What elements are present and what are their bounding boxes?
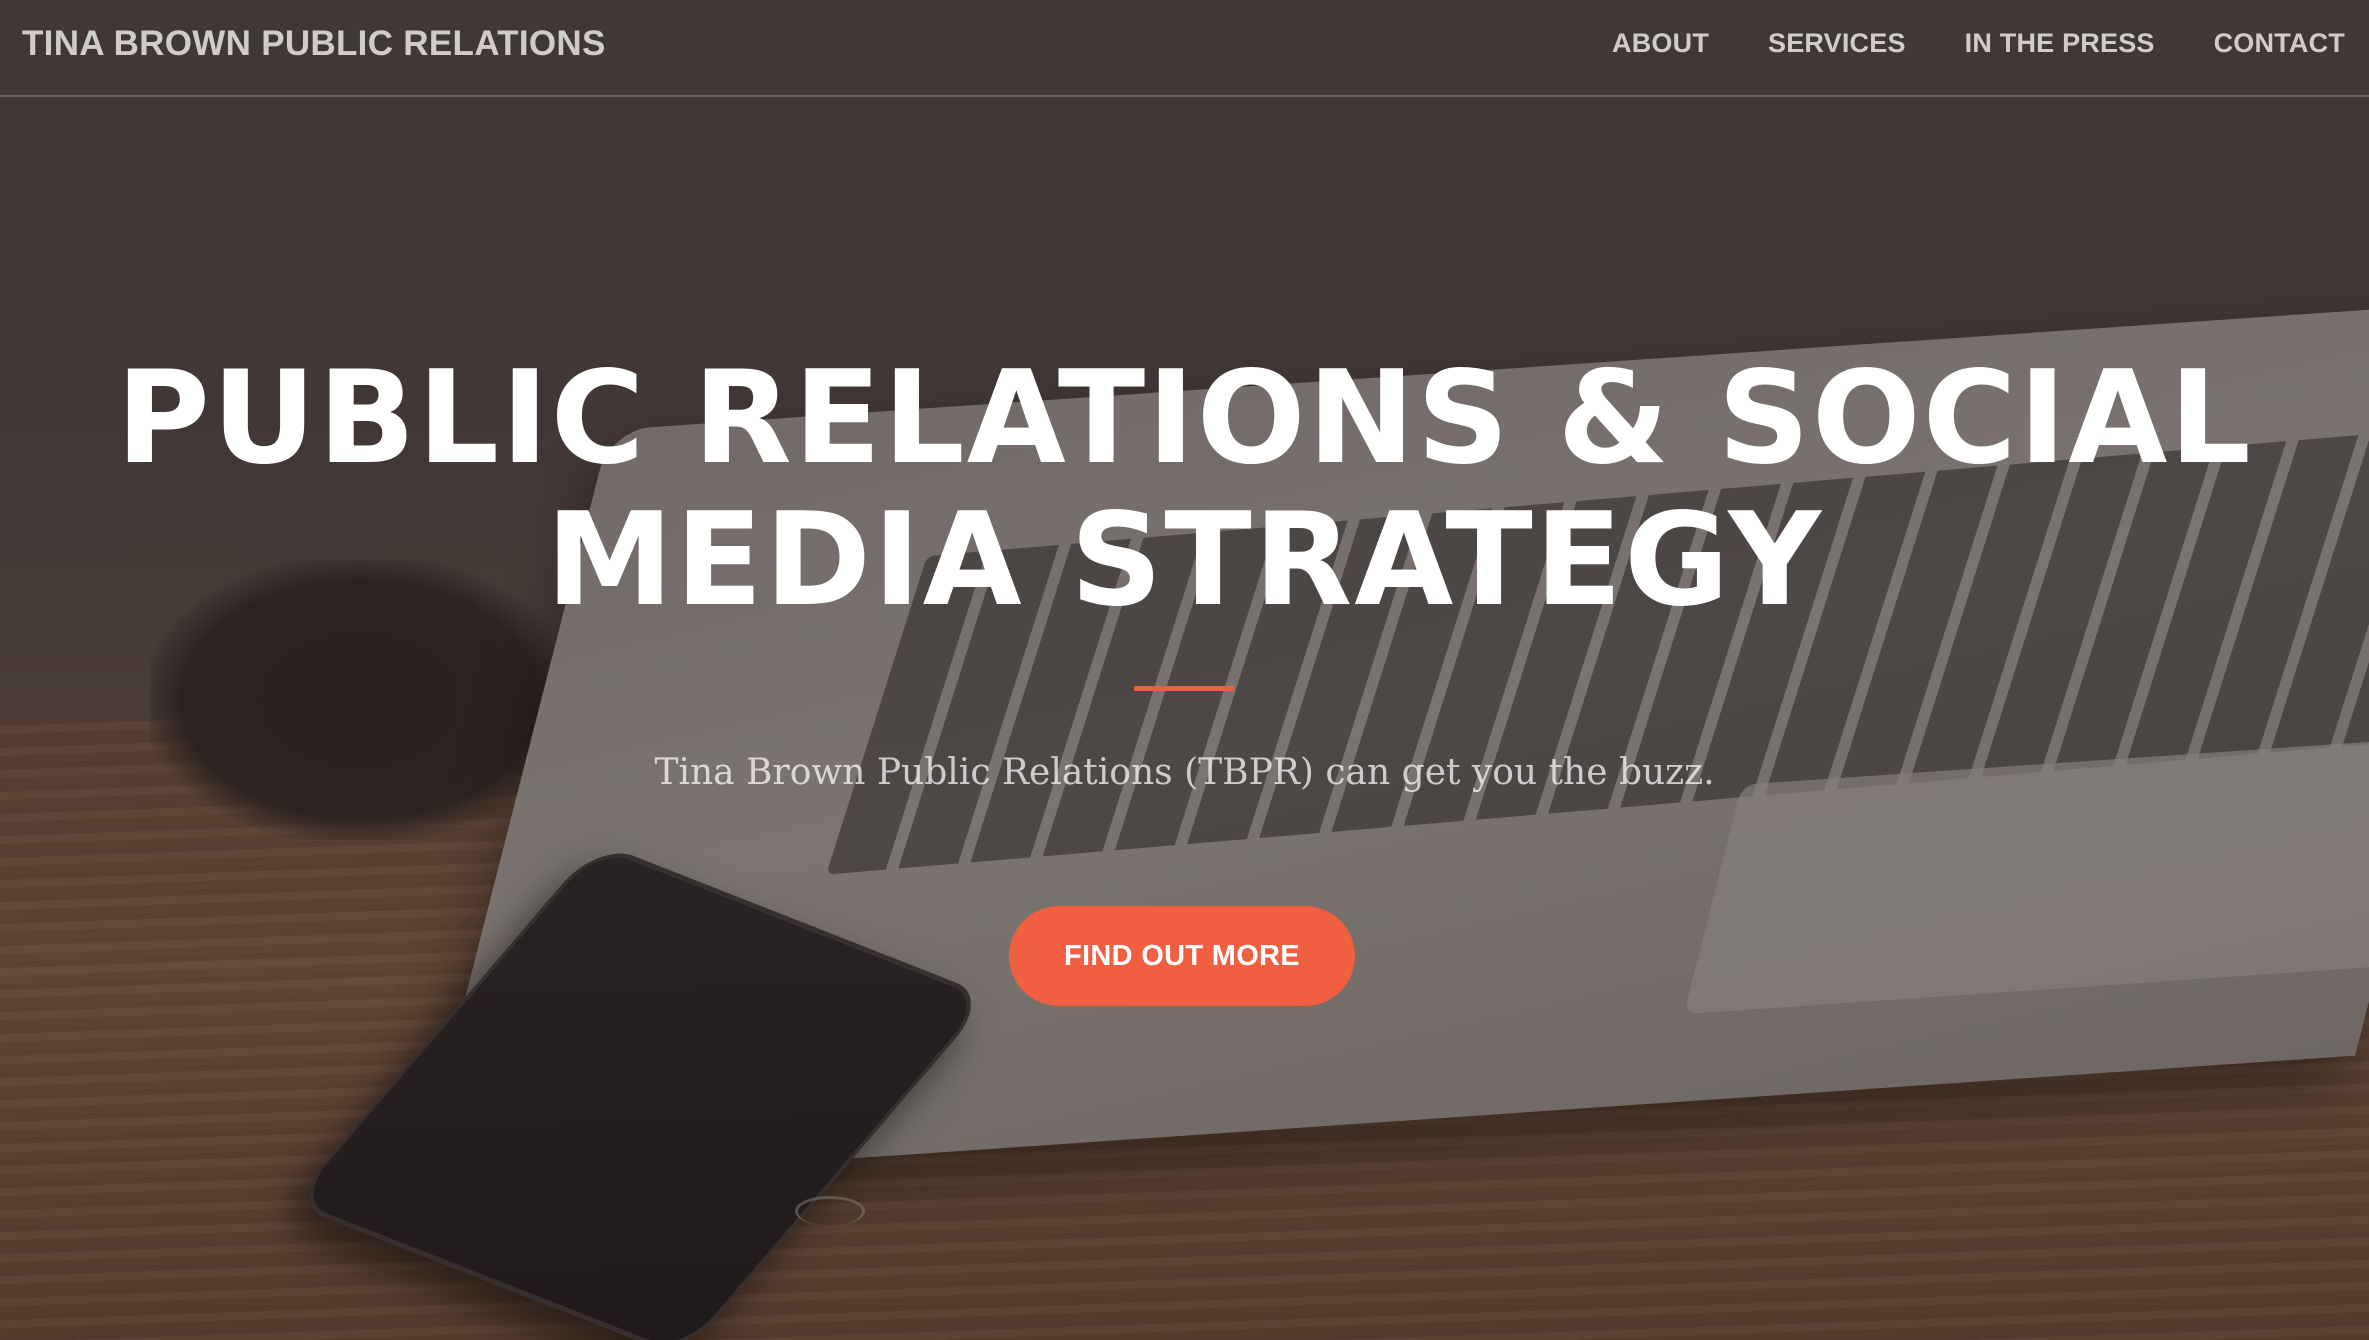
hero-headline-line1: PUBLIC RELATIONS & SOCIAL — [116, 344, 2253, 493]
navbar: TINA BROWN PUBLIC RELATIONS ABOUT SERVIC… — [0, 0, 2369, 97]
nav-link-services[interactable]: SERVICES — [1768, 28, 1906, 59]
hero-background — [0, 0, 2369, 1340]
find-out-more-button[interactable]: FIND OUT MORE — [1009, 906, 1355, 1006]
nav-link-contact[interactable]: CONTACT — [2214, 28, 2345, 59]
hero-tagline: Tina Brown Public Relations (TBPR) can g… — [654, 752, 1715, 793]
hero-headline: PUBLIC RELATIONS & SOCIAL MEDIA STRATEGY — [0, 348, 2369, 632]
brand-link[interactable]: TINA BROWN PUBLIC RELATIONS — [22, 24, 606, 64]
hero-divider — [1134, 686, 1234, 691]
nav-links: ABOUT SERVICES IN THE PRESS CONTACT — [1553, 28, 2345, 59]
nav-link-about[interactable]: ABOUT — [1612, 28, 1709, 59]
hero-overlay — [0, 0, 2369, 1340]
hero-headline-line2: MEDIA STRATEGY — [545, 486, 1824, 635]
nav-link-in-the-press[interactable]: IN THE PRESS — [1965, 28, 2155, 59]
